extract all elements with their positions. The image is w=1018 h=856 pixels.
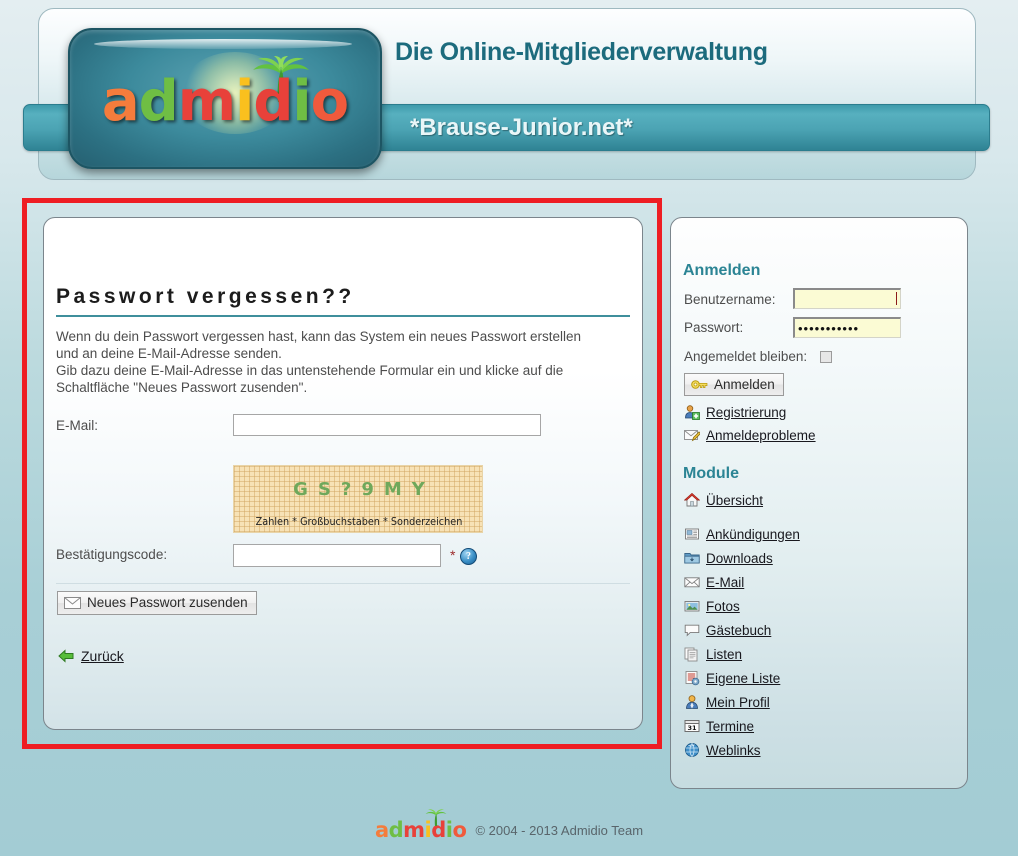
send-new-password-button[interactable]: Neues Passwort zusenden — [57, 591, 257, 615]
photo-icon — [684, 598, 700, 614]
sidebar-link-label[interactable]: Listen — [706, 647, 742, 662]
documents-icon — [684, 646, 700, 662]
captcha-image: GS?9MY Zahlen * Großbuchstaben * Sonderz… — [233, 465, 483, 533]
arrow-left-icon — [58, 649, 74, 663]
sidebar-item-termine[interactable]: 31 Termine — [684, 718, 754, 734]
sidebar-item-listen[interactable]: Listen — [684, 646, 742, 662]
admidio-logo[interactable]: admidio — [68, 28, 382, 169]
sidebar-item-anmeldeprobleme[interactable]: Anmeldeprobleme — [684, 427, 816, 443]
newspaper-icon — [684, 526, 700, 542]
back-link[interactable]: Zurück — [81, 648, 124, 664]
confirmation-code-label: Bestätigungscode: — [56, 547, 167, 562]
sidebar-link-label[interactable]: Termine — [706, 719, 754, 734]
sidebar-item-mein-profil[interactable]: Mein Profil — [684, 694, 770, 710]
modules-heading: Module — [683, 465, 739, 483]
logo-wordmark: admidio — [70, 74, 380, 130]
help-icon[interactable]: ? — [460, 548, 477, 565]
sidebar-item-eigene-liste[interactable]: Eigene Liste — [684, 670, 780, 686]
send-new-password-label: Neues Passwort zusenden — [87, 595, 248, 610]
palm-tree-icon — [424, 809, 448, 827]
envelope-icon — [684, 574, 700, 590]
sidebar-link-label[interactable]: Übersicht — [706, 493, 763, 508]
page-title: Passwort vergessen?? — [56, 285, 630, 317]
calendar-icon: 31 — [684, 718, 700, 734]
username-input[interactable] — [793, 288, 901, 309]
form-divider — [56, 583, 630, 584]
folder-icon — [684, 550, 700, 566]
intro-line-2: und an deine E-Mail-Adresse senden. — [56, 345, 626, 362]
sidebar-item-fotos[interactable]: Fotos — [684, 598, 740, 614]
sidebar-item-uebersicht[interactable]: Übersicht — [684, 492, 763, 508]
sidebar-link-label[interactable]: E-Mail — [706, 575, 744, 590]
user-add-icon — [684, 404, 700, 420]
sidebar-item-ankuendigungen[interactable]: Ankündigungen — [684, 526, 800, 542]
stay-logged-in-checkbox[interactable] — [820, 351, 832, 363]
key-icon — [691, 378, 708, 391]
password-input[interactable] — [793, 317, 901, 338]
header-tagline: Die Online-Mitgliederverwaltung — [395, 38, 768, 67]
sidebar-link-label[interactable]: Registrierung — [706, 405, 786, 420]
person-icon — [684, 694, 700, 710]
sidebar-link-label[interactable]: Mein Profil — [706, 695, 770, 710]
logo-gloss — [94, 39, 352, 49]
email-label: E-Mail: — [56, 418, 98, 433]
sidebar-link-label[interactable]: Downloads — [706, 551, 773, 566]
confirmation-code-input[interactable] — [233, 544, 441, 567]
copyright-text: © 2004 - 2013 Admidio Team — [475, 823, 643, 838]
site-footer: admidio © 2004 - 2013 Admidio Team — [0, 818, 1018, 842]
sidebar-link-label[interactable]: Anmeldeprobleme — [706, 428, 816, 443]
envelope-icon — [64, 597, 81, 609]
intro-line-1: Wenn du dein Passwort vergessen hast, ka… — [56, 328, 626, 345]
password-label: Passwort: — [684, 320, 743, 335]
sidebar-item-downloads[interactable]: Downloads — [684, 550, 773, 566]
email-input[interactable] — [233, 414, 541, 436]
back-link-row[interactable]: Zurück — [58, 648, 124, 664]
site-header: Die Online-Mitgliederverwaltung *Brause-… — [38, 8, 976, 183]
text-cursor — [896, 292, 897, 305]
sidebar-item-email[interactable]: E-Mail — [684, 574, 744, 590]
sidebar-item-weblinks[interactable]: Weblinks — [684, 742, 761, 758]
login-button-label: Anmelden — [714, 377, 775, 392]
sidebar-item-registrierung[interactable]: Registrierung — [684, 404, 786, 420]
organization-name: *Brause-Junior.net* — [410, 114, 633, 142]
captcha-code: GS?9MY — [234, 479, 484, 500]
intro-line-3: Gib dazu deine E-Mail-Adresse in das unt… — [56, 362, 626, 379]
login-button[interactable]: Anmelden — [684, 373, 784, 396]
sidebar-link-label[interactable]: Weblinks — [706, 743, 761, 758]
intro-paragraph: Wenn du dein Passwort vergessen hast, ka… — [56, 328, 626, 396]
required-marker: * — [450, 547, 455, 563]
footer-logo: admidio — [375, 818, 467, 842]
globe-icon — [684, 742, 700, 758]
intro-line-4: Schaltfläche "Neues Passwort zusenden". — [56, 379, 626, 396]
captcha-caption: Zahlen * Großbuchstaben * Sonderzeichen — [244, 516, 474, 528]
sidebar-link-label[interactable]: Ankündigungen — [706, 527, 800, 542]
sidebar-link-label[interactable]: Eigene Liste — [706, 671, 780, 686]
sidebar-link-label[interactable]: Fotos — [706, 599, 740, 614]
sidebar-item-gaestebuch[interactable]: Gästebuch — [684, 622, 771, 638]
svg-text:31: 31 — [687, 724, 697, 732]
login-heading: Anmelden — [683, 262, 760, 280]
document-gear-icon — [684, 670, 700, 686]
username-label: Benutzername: — [684, 292, 776, 307]
sidebar-link-label[interactable]: Gästebuch — [706, 623, 771, 638]
speech-bubble-icon — [684, 622, 700, 638]
home-icon — [684, 492, 700, 508]
envelope-edit-icon — [684, 427, 700, 443]
stay-logged-in-label: Angemeldet bleiben: — [684, 349, 807, 364]
